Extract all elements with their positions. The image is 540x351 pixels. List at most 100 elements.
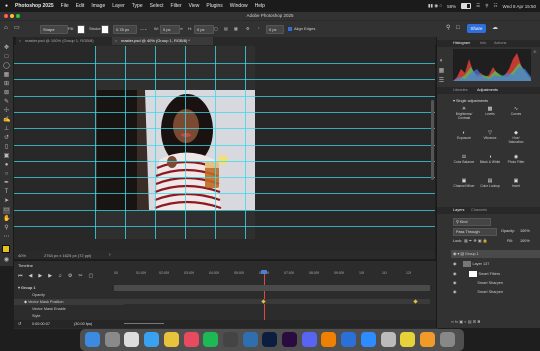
zoom-slider[interactable] [124, 323, 164, 324]
dock-app-spotify-icon[interactable] [203, 332, 219, 347]
stamp-tool-icon[interactable]: ⊥ [3, 126, 10, 133]
dock-app-chrome-icon[interactable] [124, 332, 140, 347]
adjustment-levels[interactable]: ▩ Levels [479, 106, 501, 117]
blur-tool-icon[interactable]: ● [3, 162, 10, 169]
adjustment-layer-icon[interactable]: ◐ [464, 319, 466, 324]
link-layers-icon[interactable]: ∞ [451, 319, 454, 324]
search-icon[interactable]: ⚲ [446, 25, 450, 32]
new-layer-icon[interactable]: ⊞ [473, 319, 476, 324]
timeline-row-group[interactable]: ▾ Group 1 [14, 285, 118, 291]
height-field[interactable]: 0 px [194, 25, 214, 34]
dock-app-vlc-icon[interactable] [321, 332, 337, 347]
timeline-row-mask-position[interactable]: ◆ Vector Mask Position [14, 299, 124, 305]
add-mask-icon[interactable]: ▣ [459, 319, 463, 324]
menubar-datetime[interactable]: Wed 8 Apr 15:50 [503, 4, 536, 9]
tab-actions[interactable]: Actions [494, 40, 506, 47]
fill-swatch[interactable] [77, 25, 85, 34]
crop-tool-icon[interactable]: ⊞ [3, 81, 10, 88]
settings-icon[interactable]: ⚙ [68, 273, 72, 279]
dock-app-zoom-icon[interactable] [360, 332, 376, 347]
menu-edit[interactable]: Edit [76, 3, 85, 9]
maximize-window-button[interactable] [16, 14, 20, 18]
play-icon[interactable]: ▶ [38, 273, 42, 279]
close-window-button[interactable] [4, 14, 8, 18]
menu-window[interactable]: Window [230, 3, 248, 9]
chevron-right-icon[interactable]: › [109, 252, 111, 258]
menu-help[interactable]: Help [255, 3, 265, 9]
playhead[interactable] [264, 271, 265, 321]
opacity-field[interactable]: 100% [520, 229, 530, 233]
menu-view[interactable]: View [189, 3, 200, 9]
dock-app-stickies-icon[interactable] [400, 332, 416, 347]
menu-app-name[interactable]: Photoshop 2025 [15, 3, 54, 9]
path-alignment-icon[interactable]: ▤ [224, 25, 228, 32]
audio-icon[interactable]: ♫ [58, 273, 62, 279]
properties-panel-icon[interactable]: ☰ [438, 78, 445, 85]
wifi-icon[interactable]: ☰ [476, 3, 480, 9]
lock-icons[interactable]: ▦ ✒ ✥ ▣ 🔒 [464, 238, 488, 243]
tab-libraries[interactable]: Libraries [453, 87, 468, 94]
render-icon[interactable]: ↺ [18, 320, 21, 328]
close-tab-icon[interactable]: × [115, 37, 117, 45]
transition-icon[interactable]: ▢ [89, 273, 94, 279]
dock-app-pages-icon[interactable] [419, 332, 435, 347]
dock-app-launchpad-icon[interactable] [104, 332, 120, 347]
dock-app-davinci-icon[interactable] [222, 332, 238, 347]
move-tool-icon[interactable]: ✥ [3, 45, 10, 52]
timeline-row-opacity[interactable]: Opacity [14, 292, 132, 298]
adjustment-sun[interactable]: ☀ Brightness/ Contrast [453, 106, 475, 120]
dodge-tool-icon[interactable]: ○ [3, 171, 10, 178]
current-time[interactable]: 0:00:00:07 [32, 320, 50, 328]
path-select-icon[interactable]: ➤ [3, 198, 10, 205]
menu-type[interactable]: Type [132, 3, 143, 9]
apple-icon[interactable]: ● [5, 3, 8, 9]
pen-tool-icon[interactable]: ✒ [3, 180, 10, 187]
tab-histogram[interactable]: Histogram [453, 40, 470, 47]
path-arrangement-icon[interactable]: ▦ [234, 25, 238, 32]
next-frame-icon[interactable]: ▶ [48, 273, 52, 279]
layer-row-smart-filters[interactable]: ◉ Smart Filters [451, 270, 540, 278]
dock-app-finder-icon[interactable] [85, 332, 100, 347]
dock-app-lightroom-icon[interactable] [242, 332, 258, 347]
eye-icon[interactable]: ◉ [453, 290, 456, 294]
corner-radius-icon[interactable]: ◜ [258, 25, 260, 32]
align-edges-checkbox[interactable]: Align Edges [288, 25, 315, 32]
home-icon[interactable]: ⌂ [4, 25, 8, 32]
lasso-tool-icon[interactable]: ◯ [3, 63, 10, 70]
status-icons[interactable]: ▮▮ ◉ ○ [428, 3, 442, 9]
adjustment-exposure[interactable]: ◐ Exposure [453, 130, 475, 141]
history-brush-icon[interactable]: ↺ [3, 135, 10, 142]
close-tab-icon[interactable]: × [19, 37, 21, 45]
share-button[interactable]: Share [467, 24, 486, 33]
eye-icon[interactable]: ◉ [453, 272, 456, 276]
battery-icon[interactable] [461, 3, 472, 9]
rectangle-tool-icon[interactable]: ▭ [3, 207, 10, 214]
workspace-icon[interactable]: □ [456, 25, 460, 32]
healing-brush-icon[interactable]: ☩ [3, 108, 10, 115]
tab-channels[interactable]: Channels [471, 207, 487, 214]
dock-app-music-icon[interactable] [183, 332, 199, 347]
fill-field[interactable]: 100% [520, 239, 530, 243]
adjustments-section-header[interactable]: ▾ Single adjustments [453, 98, 488, 103]
width-field[interactable]: 0 px [160, 25, 180, 34]
adjustment-bw[interactable]: ◑ Black & White [479, 154, 501, 165]
chevron-down-icon[interactable]: ▾ [457, 252, 459, 256]
layer-row-smart-sharpen[interactable]: ◉ Smart Sharpen [451, 288, 540, 296]
more-tools-icon[interactable]: ⋯ [3, 234, 10, 241]
type-tool-icon[interactable]: T [3, 189, 10, 196]
stroke-swatch[interactable] [101, 25, 109, 34]
timeline-track[interactable] [114, 285, 430, 291]
dock-app-folder-icon[interactable] [341, 332, 357, 347]
split-icon[interactable]: ✂ [78, 273, 82, 279]
gradient-tool-icon[interactable]: ▣ [3, 153, 10, 160]
warning-icon[interactable]: ⚠ [533, 49, 537, 54]
tab-layers[interactable]: Layers [453, 207, 464, 214]
dock-app-premiere-icon[interactable] [282, 332, 297, 347]
first-frame-icon[interactable]: ⏮ [18, 273, 23, 279]
eye-icon[interactable]: ◉ [453, 262, 456, 266]
zoom-level[interactable]: 40% [18, 253, 26, 258]
color-panel-icon[interactable]: ◐ [438, 58, 445, 65]
adjustment-hue[interactable]: ◆ Hue/ Saturation [505, 130, 527, 144]
zoom-tool-icon[interactable]: ⚲ [3, 225, 10, 232]
layer-row-smart-sharpen[interactable]: ◉ Smart Sharpen [451, 279, 540, 287]
